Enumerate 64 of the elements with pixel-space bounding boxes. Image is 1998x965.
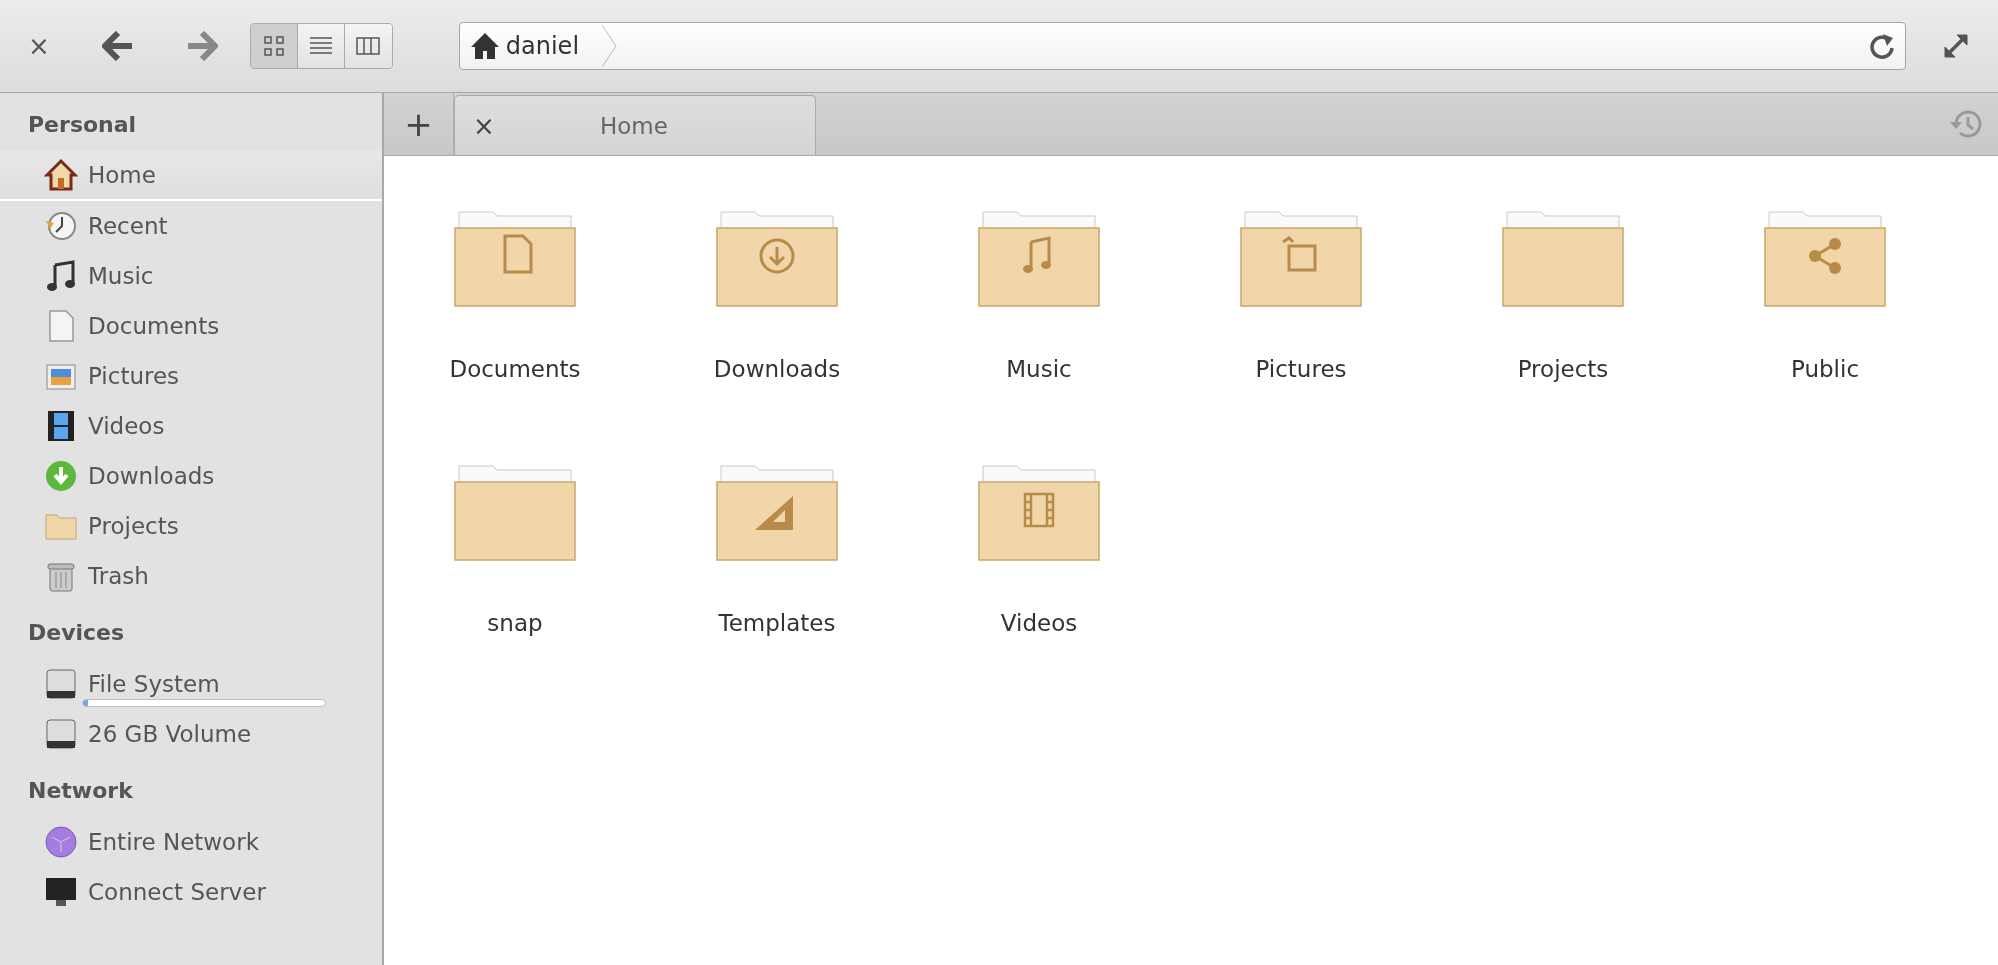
folder-name[interactable]: Music [1006,356,1072,382]
close-button[interactable]: × [22,25,56,67]
columns-view-icon [356,36,381,56]
sidebar-item[interactable]: Videos [0,401,382,451]
clock-icon [44,209,78,243]
folder-name[interactable]: Public [1790,356,1860,382]
tab-close-button[interactable]: × [455,110,513,141]
sidebar-item-label: File System [88,671,220,697]
forward-arrow-icon [185,31,218,61]
globe-icon [44,825,78,859]
tab-label: Home [598,112,669,139]
sidebar-item-label: Home [88,162,156,188]
house-icon [469,32,500,60]
sidebar-item-label: Music [88,263,154,289]
sidebar-item-label: Trash [88,563,149,589]
sidebar-heading: Network [27,776,134,805]
view-mode-button[interactable] [297,24,345,68]
sidebar-item[interactable]: Downloads [0,451,382,501]
sidebar-item[interactable]: Pictures [0,351,382,401]
expand-arrows-icon [1942,32,1970,60]
sidebar-item[interactable]: Trash [0,551,382,601]
folder-name[interactable]: Documents [449,356,581,382]
sidebar-item[interactable]: Projects [0,501,382,551]
path-bar[interactable]: daniel [458,22,1906,70]
view-mode-button[interactable] [344,24,392,68]
grid-view-icon [262,35,285,57]
list-view-icon [308,35,333,57]
sidebar-item-label: 26 GB Volume [88,721,252,747]
sidebar-item[interactable]: Entire Network [0,817,382,867]
monitor-icon [44,875,78,909]
music-note-icon [44,259,78,293]
hard-drive-icon [44,717,78,751]
sidebar-item[interactable]: File System [0,659,382,709]
folder-name[interactable]: snap [487,610,543,636]
download-icon [44,459,78,493]
sidebar-item-label: Pictures [88,363,180,389]
house-icon [44,158,78,192]
sidebar-item-label: Videos [88,413,165,439]
folder-name[interactable]: Projects [1517,356,1609,382]
path-segment[interactable]: daniel [505,32,596,60]
back-arrow-icon [101,31,134,61]
tab[interactable]: × Home [454,95,816,155]
sidebar-item[interactable]: Documents [0,301,382,351]
folder-name[interactable]: Pictures [1255,356,1347,382]
sidebar-heading: Devices [27,618,126,647]
view-mode-button[interactable] [250,24,298,68]
chevron-icon [601,24,618,68]
sidebar-heading: Personal [27,110,138,139]
sidebar-item-label: Downloads [88,463,215,489]
reload-icon[interactable] [1869,32,1895,60]
hard-drive-icon [44,667,78,701]
folder-name[interactable]: Videos [1000,610,1078,636]
folder-name[interactable]: Downloads [713,356,841,382]
sidebar-item-label: Documents [88,313,220,339]
sidebar-item[interactable]: Home [0,151,382,201]
sidebar-item-label: Projects [88,513,179,539]
sidebar-item[interactable]: Recent [0,201,382,251]
sidebar-item-label: Entire Network [88,829,259,855]
sidebar-item[interactable]: Music [0,251,382,301]
sidebar-item-label: Recent [88,213,168,239]
folder-name[interactable]: Templates [718,610,836,636]
sidebar-item-label: Connect Server [88,879,266,905]
sidebar-item[interactable]: 26 GB Volume [0,709,382,759]
sidebar-item[interactable]: Connect Server [0,867,382,917]
